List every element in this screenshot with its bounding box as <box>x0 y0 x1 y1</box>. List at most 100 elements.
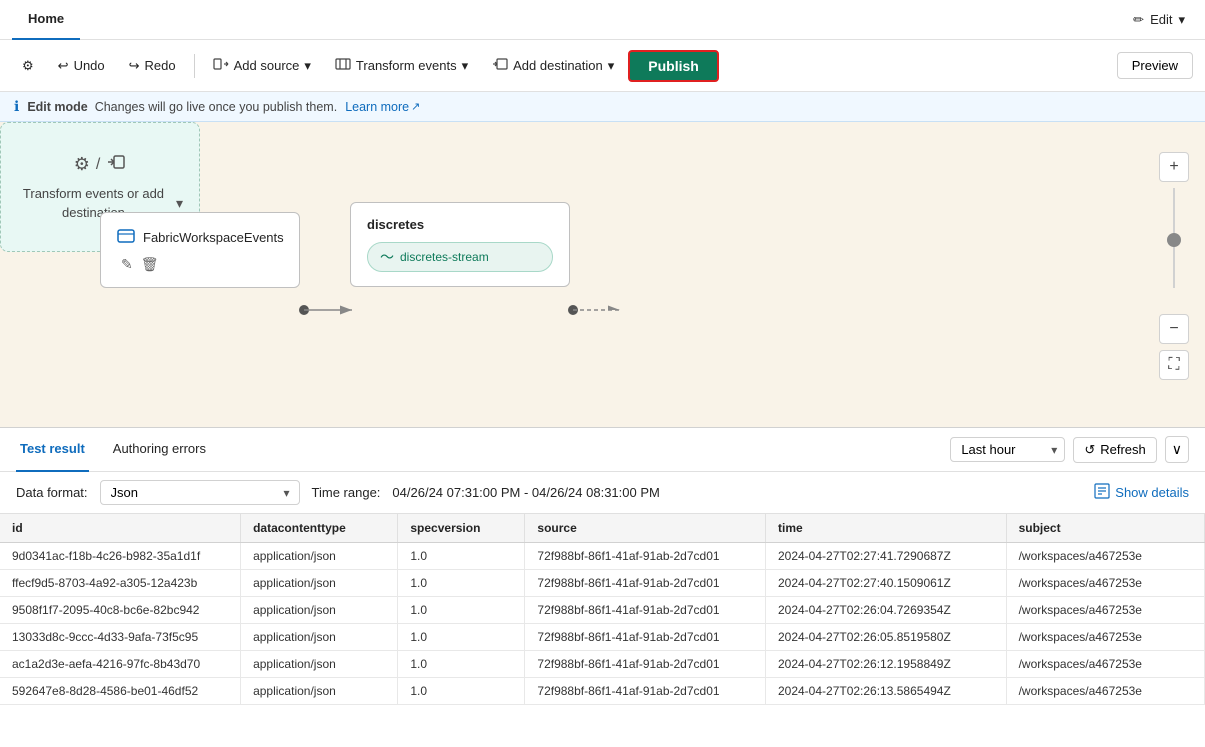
table-cell-id: 592647e8-8d28-4586-be01-46df52 <box>0 678 241 705</box>
zoom-in-button[interactable]: + <box>1159 152 1189 182</box>
refresh-button[interactable]: ↺ Refresh <box>1073 437 1156 463</box>
table-cell-datacontenttype: application/json <box>241 570 398 597</box>
transform-icon <box>335 56 351 75</box>
info-icon: ℹ <box>14 98 19 115</box>
preview-button[interactable]: Preview <box>1117 52 1193 79</box>
table-cell-subject: /workspaces/a467253e <box>1006 678 1204 705</box>
col-subject: subject <box>1006 514 1204 543</box>
undo-button[interactable]: ↩ Undo <box>48 53 115 79</box>
fit-view-button[interactable]: ⛶ <box>1159 350 1189 380</box>
table-row[interactable]: 9508f1f7-2095-40c8-bc6e-82bc942applicati… <box>0 597 1205 624</box>
learn-more-link[interactable]: Learn more ↗ <box>345 100 420 114</box>
source-output-dot <box>299 305 309 315</box>
redo-button[interactable]: ↪ Redo <box>119 53 186 79</box>
source-node-actions: ✎ 🗑 <box>117 256 283 273</box>
table-cell-datacontenttype: application/json <box>241 597 398 624</box>
dest-separator: / <box>96 156 100 174</box>
tab-authoring-errors[interactable]: Authoring errors <box>109 428 210 472</box>
table-cell-datacontenttype: application/json <box>241 651 398 678</box>
data-format-row: Data format: Json Avro CSV Time range: 0… <box>0 472 1205 514</box>
transform-events-button[interactable]: Transform events ▾ <box>325 51 478 80</box>
table-cell-source: 72f988bf-86f1-41af-91ab-2d7cd01 <box>525 624 766 651</box>
source-node-header: FabricWorkspaceEvents <box>117 227 283 248</box>
edit-button[interactable]: ✏ Edit ▾ <box>1125 8 1193 32</box>
format-select[interactable]: Json Avro CSV <box>100 480 300 505</box>
undo-icon: ↩ <box>58 58 69 74</box>
table-cell-time: 2024-04-27T02:26:13.5865494Z <box>765 678 1006 705</box>
table-cell-source: 72f988bf-86f1-41af-91ab-2d7cd01 <box>525 570 766 597</box>
fit-icon: ⛶ <box>1168 356 1179 374</box>
table-cell-source: 72f988bf-86f1-41af-91ab-2d7cd01 <box>525 678 766 705</box>
panel-controls: Last hour Last 6 hours Last 24 hours Las… <box>950 436 1189 463</box>
pencil-icon: ✏ <box>1133 12 1144 28</box>
tab-home[interactable]: Home <box>12 0 80 40</box>
table-cell-id: ac1a2d3e-aefa-4216-97fc-8b43d70 <box>0 651 241 678</box>
chevron-down-icon: ▾ <box>1178 12 1185 28</box>
table-cell-datacontenttype: application/json <box>241 678 398 705</box>
table-cell-subject: /workspaces/a467253e <box>1006 597 1204 624</box>
col-id: id <box>0 514 241 543</box>
table-cell-specversion: 1.0 <box>398 678 525 705</box>
col-specversion: specversion <box>398 514 525 543</box>
table-cell-source: 72f988bf-86f1-41af-91ab-2d7cd01 <box>525 543 766 570</box>
panel-tabs: Test result Authoring errors Last hour L… <box>0 428 1205 472</box>
table-row[interactable]: ac1a2d3e-aefa-4216-97fc-8b43d70applicati… <box>0 651 1205 678</box>
add-source-chevron-icon: ▾ <box>304 58 311 74</box>
table-cell-time: 2024-04-27T02:27:41.7290687Z <box>765 543 1006 570</box>
format-select-wrapper: Json Avro CSV <box>100 480 300 505</box>
source-node[interactable]: FabricWorkspaceEvents ✎ 🗑 <box>100 212 300 288</box>
transform-output-dot <box>568 305 578 315</box>
table-cell-source: 72f988bf-86f1-41af-91ab-2d7cd01 <box>525 597 766 624</box>
add-destination-chevron-icon: ▾ <box>608 58 615 74</box>
data-table-wrapper[interactable]: id datacontenttype specversion source ti… <box>0 514 1205 705</box>
col-time: time <box>765 514 1006 543</box>
col-source: source <box>525 514 766 543</box>
zoom-out-button[interactable]: − <box>1159 314 1189 344</box>
toolbar-separator-1 <box>194 54 195 78</box>
add-destination-button[interactable]: Add destination ▾ <box>482 51 624 80</box>
add-source-button[interactable]: Add source ▾ <box>203 51 321 80</box>
add-source-icon <box>213 56 229 75</box>
table-cell-id: 9d0341ac-f18b-4c26-b982-35a1d1f <box>0 543 241 570</box>
settings-button[interactable]: ⚙ <box>12 53 44 79</box>
table-cell-id: 13033d8c-9ccc-4d33-9afa-73f5c95 <box>0 624 241 651</box>
app-tabs: Home <box>12 0 80 40</box>
time-select-wrapper: Last hour Last 6 hours Last 24 hours Las… <box>950 437 1065 462</box>
show-details-icon <box>1094 483 1110 502</box>
edit-source-icon[interactable]: ✎ <box>121 256 133 273</box>
table-cell-source: 72f988bf-86f1-41af-91ab-2d7cd01 <box>525 651 766 678</box>
panel-expand-button[interactable]: ∨ <box>1165 436 1189 463</box>
app-header: Home ✏ Edit ▾ <box>0 0 1205 40</box>
time-select[interactable]: Last hour Last 6 hours Last 24 hours Las… <box>950 437 1065 462</box>
toolbar: ⚙ ↩ Undo ↪ Redo Add source ▾ Transform e… <box>0 40 1205 92</box>
redo-icon: ↪ <box>129 58 140 74</box>
transform-node[interactable]: discretes 〜 discretes-stream <box>350 202 570 287</box>
canvas-controls: + − ⛶ <box>1159 152 1189 380</box>
table-row[interactable]: 592647e8-8d28-4586-be01-46df52applicatio… <box>0 678 1205 705</box>
table-cell-time: 2024-04-27T02:26:05.8519580Z <box>765 624 1006 651</box>
table-row[interactable]: 13033d8c-9ccc-4d33-9afa-73f5c95applicati… <box>0 624 1205 651</box>
destination-icons: ⚙ / <box>74 152 127 177</box>
source-node-icon <box>117 227 135 248</box>
delete-source-icon[interactable]: 🗑 <box>141 256 159 273</box>
table-row[interactable]: 9d0341ac-f18b-4c26-b982-35a1d1fapplicati… <box>0 543 1205 570</box>
table-cell-time: 2024-04-27T02:27:40.1509061Z <box>765 570 1006 597</box>
add-destination-icon <box>492 56 508 75</box>
table-cell-specversion: 1.0 <box>398 543 525 570</box>
stream-icon: 〜 <box>380 247 394 267</box>
zoom-slider-track <box>1173 188 1175 288</box>
refresh-icon: ↺ <box>1084 442 1095 458</box>
table-row[interactable]: ffecf9d5-8703-4a92-a305-12a423bapplicati… <box>0 570 1205 597</box>
show-details-button[interactable]: Show details <box>1094 483 1189 502</box>
expand-icon: ∨ <box>1172 441 1182 457</box>
table-cell-datacontenttype: application/json <box>241 543 398 570</box>
table-cell-subject: /workspaces/a467253e <box>1006 570 1204 597</box>
add-dest-icon <box>106 152 126 177</box>
transform-node-title: discretes <box>367 217 553 232</box>
destination-expand-icon[interactable]: ▾ <box>176 195 183 212</box>
table-cell-id: 9508f1f7-2095-40c8-bc6e-82bc942 <box>0 597 241 624</box>
publish-button[interactable]: Publish <box>628 50 719 82</box>
tab-test-result[interactable]: Test result <box>16 428 89 472</box>
zoom-slider-handle[interactable] <box>1167 233 1181 247</box>
table-cell-subject: /workspaces/a467253e <box>1006 624 1204 651</box>
